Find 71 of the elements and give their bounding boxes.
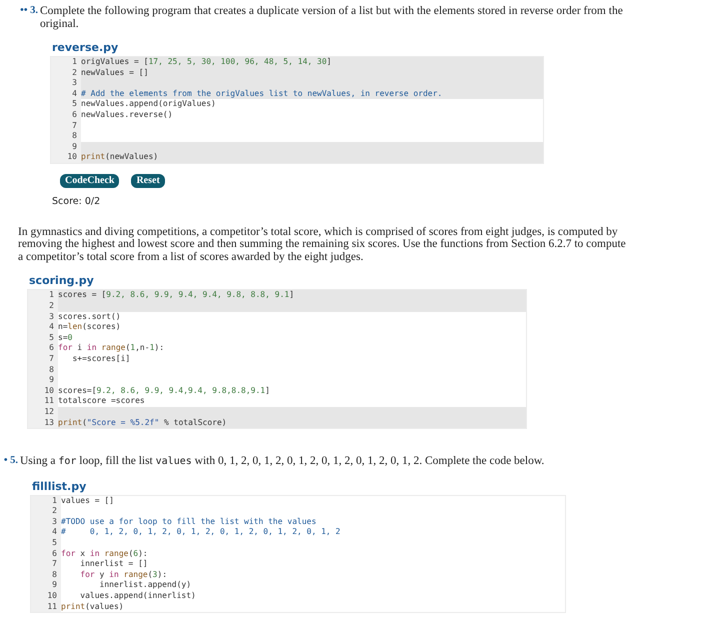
file-name: scoring.py: [29, 274, 95, 288]
code-line: print(newValues): [81, 152, 158, 162]
code-line: innerlist = []: [79, 559, 148, 568]
code-line: for i in range(1,n-1):: [58, 343, 164, 352]
line-number: 4: [51, 88, 81, 100]
line-number: 9: [51, 142, 81, 152]
line-number: 8: [31, 570, 61, 580]
code-line: # Add the elements from the origValues list to newValues, in reverse order.: [81, 88, 442, 98]
code-line: for x in range(6):: [61, 548, 148, 558]
file-name: reverse.py: [52, 41, 120, 54]
line-number: 6: [31, 548, 61, 560]
line-number: 7: [51, 120, 81, 132]
line-number: 1: [31, 496, 61, 506]
code-line: totalscore =scores: [58, 396, 145, 406]
line-number: 5: [31, 538, 61, 549]
line-number: 4: [31, 527, 61, 538]
code-line: innerlist.append(y): [98, 580, 192, 590]
exercise-number: • 5.: [2, 455, 19, 468]
file-name: filllist.py: [32, 480, 88, 493]
code-editor[interactable]: [50, 56, 544, 164]
line-number: 10: [51, 152, 81, 163]
code-line: # 0, 1, 2, 0, 1, 2, 0, 1, 2, 0, 1, 2, 0, 1, 2, 0, 1, 2: [61, 527, 340, 536]
exercise-prompt: Complete the following program that creates a duplicate version of a list but with the elements stored in reverse order from the original.: [40, 5, 624, 30]
code-line: print("Score = %5.2f" % totalScore): [58, 418, 227, 427]
line-number: 2: [51, 68, 81, 78]
line-number: 8: [28, 364, 58, 376]
code-line: scores=[9.2, 8.6, 9.9, 9.4,9.4, 9.8,8.8,9.1]: [58, 386, 270, 395]
line-number: 11: [28, 396, 58, 407]
line-number: 6: [28, 343, 58, 354]
line-number: 3: [28, 312, 58, 322]
score-text: Score: 0/2: [52, 196, 102, 207]
line-number: 7: [28, 354, 58, 365]
line-number: 6: [51, 110, 81, 121]
line-number: 5: [28, 332, 58, 344]
problem-paragraph: In gymnastics and diving competitions, a competitor’s total score, which is comprised of scores from eight judges, is computed by removing the highest and lowest score and then summing the remaining six scores. Use the functions from Section 6.2.7 to compute a competitor’s total score from a list of scores awarded by the eight judges.: [18, 226, 627, 264]
code-line: origValues = [17, 25, 5, 30, 100, 96, 48, 5, 14, 30]: [81, 57, 332, 66]
code-line: for y in range(3):: [79, 570, 168, 579]
line-number: 9: [28, 375, 58, 386]
line-number: 9: [31, 580, 61, 591]
code-line: newValues.append(origValues): [81, 99, 216, 108]
line-number: 4: [28, 322, 58, 333]
line-number: 10: [31, 591, 61, 602]
line-number: 11: [31, 602, 61, 612]
code-line: newValues.reverse(): [81, 110, 173, 119]
codecheck-button[interactable]: CodeCheck: [60, 174, 120, 188]
line-number: 7: [31, 559, 61, 570]
line-number: 3: [51, 78, 81, 89]
code-line: newValues = []: [81, 68, 148, 77]
code-line: #TODO use a for loop to fill the list with the values: [61, 516, 316, 526]
line-number: 1: [51, 57, 81, 68]
line-number: 12: [28, 406, 58, 418]
line-number: 2: [28, 301, 58, 312]
line-number: 5: [51, 99, 81, 110]
line-number: 3: [31, 516, 61, 528]
code-line: n=len(scores): [58, 322, 121, 332]
code-line: print(values): [61, 602, 124, 611]
line-number: 10: [28, 386, 58, 396]
code-editor[interactable]: [27, 289, 527, 430]
code-line: scores.sort(): [58, 312, 121, 321]
line-number: 13: [28, 418, 58, 428]
code-line: values = []: [61, 496, 114, 505]
line-number: 2: [31, 506, 61, 517]
exercise-prompt: Using a for loop, fill the list values with 0, 1, 2, 0, 1, 2, 0, 1, 2, 0, 1, 2, 0, 1, 2, 0, 1, 2. Complete the code below.: [20, 455, 544, 469]
code-line: s+=scores[i]: [71, 354, 130, 363]
line-number: 8: [51, 131, 81, 142]
code-line: values.append(innerlist): [79, 591, 196, 600]
reset-button[interactable]: Reset: [131, 174, 165, 188]
exercise-number: •• 3.: [19, 5, 39, 18]
code-line: scores = [9.2, 8.6, 9.9, 9.4, 9.4, 9.8, 8.8, 9.1]: [58, 290, 294, 300]
line-number: 1: [28, 290, 58, 302]
code-line: s=0: [58, 332, 72, 342]
